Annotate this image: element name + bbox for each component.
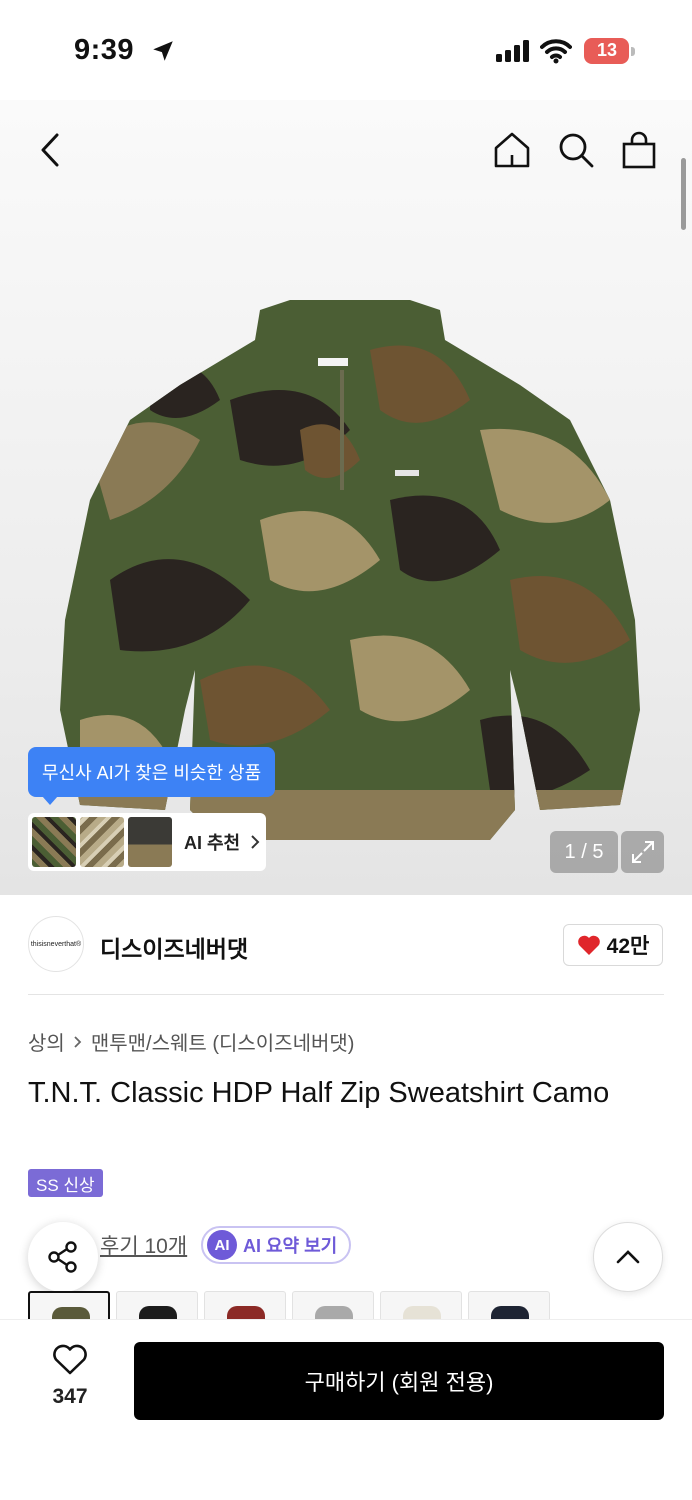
- search-icon: [559, 133, 594, 168]
- heart-filled-icon: [577, 935, 600, 955]
- buy-button[interactable]: 구매하기 (회원 전용): [134, 1342, 664, 1420]
- new-season-badge: SS 신상: [28, 1169, 103, 1197]
- ai-summary-button[interactable]: AI AI 요약 보기: [201, 1226, 352, 1264]
- breadcrumb-item[interactable]: 맨투맨/스웨트 (디스이즈네버댓): [91, 1027, 355, 1056]
- review-link[interactable]: 후기 10개: [100, 1230, 187, 1260]
- chevron-right-icon: [74, 1035, 82, 1048]
- brand-like-button[interactable]: 42만: [563, 924, 663, 966]
- product-title: T.N.T. Classic HDP Half Zip Sweatshirt C…: [28, 1077, 610, 1109]
- ai-recommend-label: AI 추천: [184, 833, 241, 853]
- status-bar: 9:39 13: [0, 0, 692, 100]
- home-button[interactable]: [490, 128, 534, 172]
- color-swatch[interactable]: [292, 1291, 374, 1319]
- cellular-signal-icon: [496, 40, 529, 62]
- shopping-bag-icon: [622, 131, 656, 169]
- bottom-action-bar: 347 구매하기 (회원 전용): [0, 1319, 692, 1500]
- product-image-gallery[interactable]: 무신사 AI가 찾은 비슷한 상품 AI 추천 1 / 5: [0, 100, 692, 895]
- color-swatches: [28, 1291, 550, 1319]
- share-icon: [48, 1241, 77, 1273]
- recommend-thumb-1[interactable]: [32, 817, 76, 867]
- recommend-thumb-2[interactable]: [80, 817, 124, 867]
- search-button[interactable]: [554, 128, 598, 172]
- image-counter: 1 / 5: [550, 831, 618, 873]
- battery-icon: 13: [584, 38, 635, 64]
- ai-summary-label: AI 요약 보기: [243, 1236, 338, 1256]
- wishlist-button[interactable]: 347: [30, 1344, 110, 1409]
- fullscreen-button[interactable]: [621, 831, 664, 873]
- location-arrow-icon: [153, 41, 173, 61]
- breadcrumb-item[interactable]: 상의: [28, 1027, 65, 1056]
- color-swatch[interactable]: [380, 1291, 462, 1319]
- battery-percent: 13: [596, 40, 618, 60]
- share-button[interactable]: [28, 1222, 98, 1292]
- color-swatch[interactable]: [28, 1291, 110, 1319]
- ai-recommend-strip[interactable]: AI 추천: [28, 813, 266, 871]
- brand-logo[interactable]: thisisneverthat®: [28, 916, 84, 972]
- ai-chip-icon: AI: [207, 1230, 237, 1260]
- home-icon: [494, 132, 530, 168]
- chevron-right-icon: [251, 835, 260, 849]
- color-swatch[interactable]: [468, 1291, 550, 1319]
- ai-similar-tooltip[interactable]: 무신사 AI가 찾은 비슷한 상품: [28, 747, 276, 805]
- status-time: 9:39: [74, 34, 135, 66]
- brand-like-count: 42만: [606, 935, 650, 958]
- back-button[interactable]: [30, 130, 70, 170]
- brand-name[interactable]: 디스이즈네버댓: [100, 930, 248, 964]
- brand-logo-text: thisisneverthat®: [30, 940, 82, 948]
- scroll-top-button[interactable]: [593, 1222, 663, 1292]
- color-swatch[interactable]: [204, 1291, 286, 1319]
- expand-icon: [631, 841, 654, 863]
- brand-row: thisisneverthat® 디스이즈네버댓 42만: [0, 895, 692, 995]
- chevron-left-icon: [41, 133, 59, 167]
- cart-button[interactable]: [617, 128, 661, 172]
- divider: [28, 994, 664, 995]
- breadcrumb: 상의 맨투맨/스웨트 (디스이즈네버댓): [28, 1027, 354, 1056]
- recommend-thumb-3[interactable]: [128, 817, 172, 867]
- color-swatch[interactable]: [116, 1291, 198, 1319]
- wishlist-count: 347: [52, 1385, 88, 1408]
- scrollbar[interactable]: [681, 158, 686, 230]
- wifi-icon: [540, 39, 572, 64]
- chevron-up-icon: [616, 1250, 640, 1264]
- heart-outline-icon: [53, 1344, 87, 1375]
